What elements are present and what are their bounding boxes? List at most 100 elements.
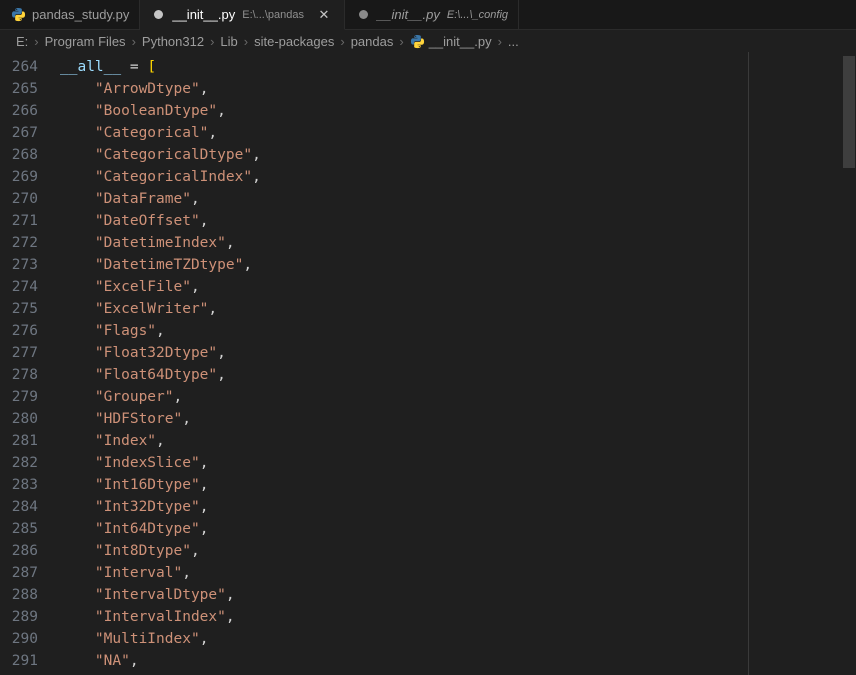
line-number[interactable]: 285 [0, 518, 38, 540]
line-number[interactable]: 281 [0, 430, 38, 452]
breadcrumb-item[interactable]: pandas [349, 34, 396, 49]
token-plain: , [225, 609, 235, 625]
code-line[interactable]: 290 "MultiIndex", [0, 628, 856, 650]
code-line[interactable]: 272 "DatetimeIndex", [0, 232, 856, 254]
code-line[interactable]: 264 __all__ = [ [0, 56, 856, 78]
code-line[interactable]: 280 "HDFStore", [0, 408, 856, 430]
code-line[interactable]: 291 "NA", [0, 650, 856, 672]
code-text: "IntervalDtype", [38, 584, 235, 606]
line-number[interactable]: 279 [0, 386, 38, 408]
line-number[interactable]: 275 [0, 298, 38, 320]
code-line[interactable]: 281 "Index", [0, 430, 856, 452]
code-line[interactable]: 265 "ArrowDtype", [0, 78, 856, 100]
line-number[interactable]: 276 [0, 320, 38, 342]
line-number[interactable]: 267 [0, 122, 38, 144]
token-plain: , [225, 587, 235, 603]
line-number[interactable]: 271 [0, 210, 38, 232]
line-number[interactable]: 270 [0, 188, 38, 210]
breadcrumb-item[interactable]: ... [506, 34, 521, 49]
code-text: "DatetimeIndex", [38, 232, 235, 254]
code-line[interactable]: 269 "CategoricalIndex", [0, 166, 856, 188]
code-line[interactable]: 276 "Flags", [0, 320, 856, 342]
line-number[interactable]: 264 [0, 56, 38, 78]
code-line[interactable]: 282 "IndexSlice", [0, 452, 856, 474]
code-line[interactable]: 287 "Interval", [0, 562, 856, 584]
line-number[interactable]: 291 [0, 650, 38, 672]
breadcrumb-item[interactable]: __init__.py [408, 34, 494, 49]
close-icon[interactable]: ✕ [314, 5, 334, 25]
code-line[interactable]: 284 "Int32Dtype", [0, 496, 856, 518]
code-line[interactable]: 267 "Categorical", [0, 122, 856, 144]
code-text: "Int8Dtype", [38, 540, 200, 562]
line-number[interactable]: 290 [0, 628, 38, 650]
line-number[interactable]: 277 [0, 342, 38, 364]
line-number[interactable]: 278 [0, 364, 38, 386]
code-line[interactable]: 268 "CategoricalDtype", [0, 144, 856, 166]
token-string: "CategoricalDtype" [94, 147, 253, 163]
token-plain: , [182, 411, 191, 427]
token-plain: , [173, 389, 183, 405]
code-line[interactable]: 274 "ExcelFile", [0, 276, 856, 298]
code-line[interactable]: 275 "ExcelWriter", [0, 298, 856, 320]
breadcrumb-item[interactable]: E: [14, 34, 30, 49]
breadcrumb-label: Python312 [141, 33, 205, 49]
code-line[interactable]: 279 "Grouper", [0, 386, 856, 408]
code-text: "Flags", [38, 320, 165, 342]
line-number[interactable]: 287 [0, 562, 38, 584]
code-text: "IndexSlice", [38, 452, 209, 474]
tab-init-py-pandas[interactable]: __init__.py E:\...\pandas ✕ [140, 0, 345, 30]
chevron-right-icon: › [497, 33, 502, 49]
token-plain: , [190, 191, 200, 207]
token-string: "Float64Dtype" [94, 367, 218, 383]
breadcrumb-item[interactable]: Program Files [43, 34, 128, 49]
code-line[interactable]: 286 "Int8Dtype", [0, 540, 856, 562]
line-number[interactable]: 286 [0, 540, 38, 562]
code-text: "DateOffset", [38, 210, 209, 232]
code-text: "DatetimeTZDtype", [38, 254, 252, 276]
line-number[interactable]: 280 [0, 408, 38, 430]
line-number[interactable]: 282 [0, 452, 38, 474]
breadcrumb-label: Program Files [44, 33, 126, 49]
tab-bar: pandas_study.py __init__.py E:\...\panda… [0, 0, 856, 30]
code-line[interactable]: 271 "DateOffset", [0, 210, 856, 232]
breadcrumb-item[interactable]: Python312 [140, 34, 206, 49]
chevron-right-icon: › [34, 33, 39, 49]
code-line[interactable]: 288 "IntervalDtype", [0, 584, 856, 606]
line-number[interactable]: 266 [0, 100, 38, 122]
token-plain: , [190, 279, 200, 295]
token-string: "Int8Dtype" [94, 543, 191, 559]
code-line[interactable]: 283 "Int16Dtype", [0, 474, 856, 496]
code-text: "ExcelFile", [38, 276, 200, 298]
line-number[interactable]: 268 [0, 144, 38, 166]
code-line[interactable]: 270 "DataFrame", [0, 188, 856, 210]
line-number[interactable]: 272 [0, 232, 38, 254]
code-line[interactable]: 289 "IntervalIndex", [0, 606, 856, 628]
tab-pandas-study-py[interactable]: pandas_study.py [0, 0, 141, 29]
breadcrumb-item[interactable]: site-packages [252, 34, 336, 49]
code-line[interactable]: 285 "Int64Dtype", [0, 518, 856, 540]
code-line[interactable]: 277 "Float32Dtype", [0, 342, 856, 364]
line-number[interactable]: 289 [0, 606, 38, 628]
scrollbar-thumb[interactable] [843, 56, 855, 168]
line-number[interactable]: 269 [0, 166, 38, 188]
code-line[interactable]: 278 "Float64Dtype", [0, 364, 856, 386]
code-text: "Grouper", [38, 386, 182, 408]
code-text: "BooleanDtype", [38, 100, 226, 122]
line-number[interactable]: 288 [0, 584, 38, 606]
line-number[interactable]: 274 [0, 276, 38, 298]
line-number[interactable]: 284 [0, 496, 38, 518]
breadcrumb-item[interactable]: Lib [218, 34, 239, 49]
code-line[interactable]: 273 "DatetimeTZDtype", [0, 254, 856, 276]
line-number[interactable]: 283 [0, 474, 38, 496]
modified-dot-icon [150, 7, 166, 23]
line-number[interactable]: 273 [0, 254, 38, 276]
code-line[interactable]: 266 "BooleanDtype", [0, 100, 856, 122]
scrollbar[interactable] [842, 52, 856, 675]
line-number[interactable]: 265 [0, 78, 38, 100]
token-string: "NA" [94, 653, 130, 669]
tab-init-py-config[interactable]: __init__.py E:\...\_config [345, 0, 520, 29]
